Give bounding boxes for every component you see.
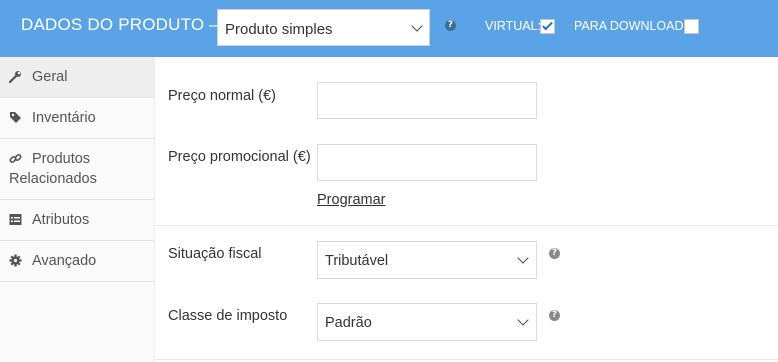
product-data-header: DADOS DO PRODUTO — Produto simples ? VIR… [0,0,778,57]
section-divider [155,359,778,360]
gear-icon [9,254,22,270]
wrench-icon [8,70,22,86]
regular-price-label: Preço normal (€) [168,88,276,104]
checkmark-icon [542,19,553,31]
tax-class-value: Padrão [325,315,372,331]
product-data-title: DADOS DO PRODUTO — [21,15,227,34]
tax-class-label: Classe de imposto [168,308,288,324]
tab-inventory[interactable]: Inventário [0,98,155,139]
regular-price-input[interactable] [317,82,537,119]
tab-inventory-label: Inventário [32,110,96,126]
tab-linked-products-label: Produtos Relacionados [9,151,97,187]
download-checkbox[interactable] [684,19,699,34]
tag-icon [9,111,22,127]
list-table-icon [9,213,22,229]
tax-status-select[interactable]: Tributável [317,241,537,279]
chevron-down-icon [517,314,529,326]
tab-attributes[interactable]: Atributos [0,200,155,241]
tab-linked-products[interactable]: Produtos Relacionados [0,139,155,200]
schedule-link[interactable]: Programar [317,192,386,208]
virtual-checkbox[interactable] [540,19,555,34]
tax-status-label: Situação fiscal [168,246,262,262]
help-icon[interactable]: ? [445,20,456,31]
help-icon[interactable]: ? [549,310,560,321]
tab-attributes-label: Atributos [32,212,90,228]
tab-general[interactable]: Geral [0,57,155,98]
tab-advanced-label: Avançado [32,253,97,269]
tax-class-select[interactable]: Padrão [317,303,537,341]
tab-general-label: Geral [32,69,68,85]
sale-price-label: Preço promocional (€) [168,149,311,165]
product-data-tabs: Geral Inventário Produtos Relacionados A… [0,57,155,362]
chevron-down-icon [411,20,423,32]
virtual-label: VIRTUAL: [485,19,542,33]
section-divider [155,225,778,226]
tab-advanced[interactable]: Avançado [0,241,155,282]
tax-status-value: Tributável [325,253,389,269]
sale-price-input[interactable] [317,144,537,181]
product-type-value: Produto simples [225,21,333,38]
product-type-select[interactable]: Produto simples [217,9,430,46]
chevron-down-icon [517,252,529,264]
download-label: PARA DOWNLOAD: [574,19,687,33]
help-icon[interactable]: ? [549,248,560,259]
